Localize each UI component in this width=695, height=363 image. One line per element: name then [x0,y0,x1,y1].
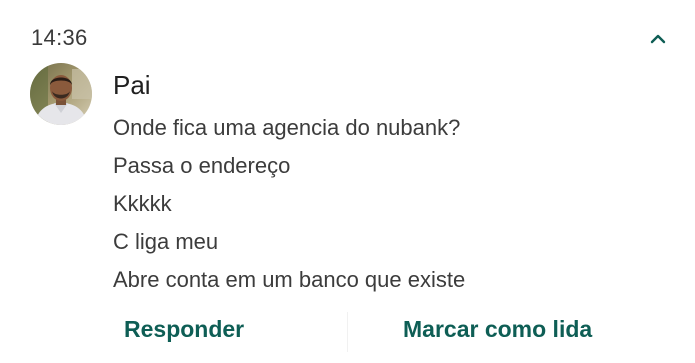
message-list: Onde fica uma agencia do nubank? Passa o… [113,114,465,304]
action-divider [347,312,348,352]
message-line: Onde fica uma agencia do nubank? [113,115,461,140]
avatar [30,63,92,125]
message-line: C liga meu [113,229,219,254]
notification-time: 14:36 [31,25,88,50]
message-notification[interactable]: 14:36 Pai Onde fica uma agencia do nuban… [0,0,695,363]
reply-button[interactable]: Responder [124,316,244,343]
message-line: Abre conta em um banco que existe [113,267,466,292]
message-line: Kkkkk [113,191,172,216]
chevron-up-icon[interactable] [646,28,670,50]
mark-as-read-button[interactable]: Marcar como lida [403,316,592,343]
message-line: Passa o endereço [113,153,291,178]
sender-name: Pai [113,70,151,100]
